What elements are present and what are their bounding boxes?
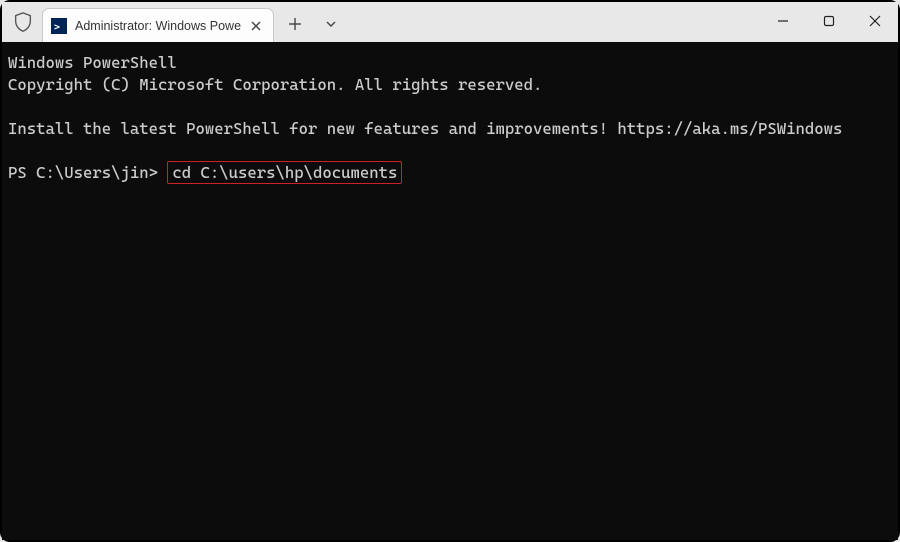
title-bar: > Administrator: Windows Powe	[2, 2, 898, 42]
tab-title: Administrator: Windows Powe	[75, 19, 241, 33]
command-highlight: cd C:\users\hp\documents	[167, 161, 402, 184]
terminal-area[interactable]: Windows PowerShell Copyright (C) Microso…	[2, 42, 898, 540]
tab-dropdown-button[interactable]	[316, 9, 346, 39]
new-tab-button[interactable]	[280, 9, 310, 39]
prompt-text: PS C:\Users\jin>	[8, 163, 158, 182]
tab-close-button[interactable]	[249, 19, 263, 33]
close-button[interactable]	[852, 2, 898, 40]
terminal-line: Copyright (C) Microsoft Corporation. All…	[8, 75, 542, 94]
window-controls	[760, 2, 898, 40]
svg-text:>: >	[54, 22, 60, 33]
command-text: cd C:\users\hp\documents	[172, 163, 397, 182]
shield-icon	[12, 11, 34, 33]
powershell-icon: >	[51, 18, 67, 34]
maximize-button[interactable]	[806, 2, 852, 40]
minimize-button[interactable]	[760, 2, 806, 40]
terminal-line: Install the latest PowerShell for new fe…	[8, 119, 842, 138]
terminal-line: Windows PowerShell	[8, 53, 177, 72]
tab-powershell[interactable]: > Administrator: Windows Powe	[42, 8, 274, 42]
